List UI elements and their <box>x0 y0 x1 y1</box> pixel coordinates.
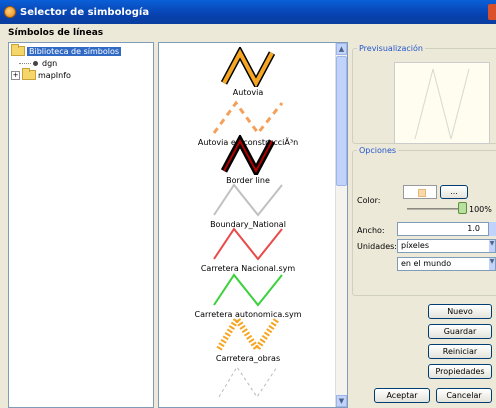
window-title: Selector de simbología <box>20 6 150 18</box>
color-picker-button[interactable]: ... <box>440 185 468 199</box>
symbol-preview <box>216 313 280 353</box>
width-input[interactable]: 1.0 <box>397 222 489 236</box>
symbol-label: Autovia <box>232 88 264 97</box>
scroll-down-icon[interactable]: ▼ <box>336 395 347 407</box>
units-reference-value: en el mundo <box>401 259 452 268</box>
symbol-preview <box>218 366 278 398</box>
tree-item-label: mapInfo <box>38 70 71 80</box>
symbol-preview <box>220 47 276 87</box>
width-spinner[interactable] <box>489 222 496 236</box>
units-label: Unidades: <box>357 242 397 251</box>
symbol-item[interactable]: Boundary_National <box>159 179 337 229</box>
close-button[interactable] <box>488 4 496 20</box>
units-select-value: píxeles <box>401 241 430 250</box>
color-swatch[interactable] <box>403 185 437 199</box>
opacity-value: 100% <box>469 205 492 214</box>
properties-button[interactable]: Propiedades <box>428 364 492 379</box>
opacity-slider-thumb[interactable] <box>458 202 467 214</box>
title-bar: Selector de simbología <box>0 0 496 24</box>
scroll-up-icon[interactable]: ▲ <box>336 43 347 55</box>
scroll-thumb[interactable] <box>336 56 347 186</box>
expand-icon[interactable]: + <box>11 70 20 80</box>
new-button[interactable]: Nuevo <box>428 304 492 319</box>
symbol-item[interactable]: Carretera Nacional.sym <box>159 223 337 273</box>
list-scrollbar[interactable]: ▲ ▼ <box>335 43 347 407</box>
symbol-preview <box>213 273 283 307</box>
symbol-item[interactable]: Border line <box>159 135 337 185</box>
symbol-preview <box>212 100 284 136</box>
reset-button[interactable]: Reiniciar <box>428 344 492 359</box>
tree-connector <box>19 62 31 64</box>
cancel-button[interactable]: Cancelar <box>436 388 492 403</box>
preview-title: Previsualización <box>357 44 425 53</box>
accept-button[interactable]: Aceptar <box>374 388 430 403</box>
width-label: Ancho: <box>357 226 385 235</box>
tree-item-mapinfo[interactable]: + mapInfo <box>11 68 71 81</box>
symbol-item[interactable]: Autovia <box>159 47 337 97</box>
folder-icon <box>11 44 25 56</box>
folder-icon <box>22 68 36 80</box>
leaf-dot-icon <box>33 60 38 66</box>
section-title: Símbolos de líneas <box>8 28 104 38</box>
color-label: Color: <box>357 196 381 205</box>
symbol-preview <box>213 227 283 261</box>
options-title: Opciones <box>357 146 399 155</box>
tree-item-library[interactable]: Biblioteca de símbolos <box>11 44 122 57</box>
tree-item-label: Biblioteca de símbolos <box>27 46 122 56</box>
tree-item-label: dgn <box>42 58 58 68</box>
save-button[interactable]: Guardar <box>428 324 492 339</box>
app-icon <box>4 6 16 18</box>
units-select[interactable]: píxeles ▼ <box>397 239 496 253</box>
units-reference-select[interactable]: en el mundo ▼ <box>397 257 496 271</box>
symbol-preview <box>220 135 276 175</box>
preview-canvas <box>394 62 490 144</box>
chevron-down-icon[interactable]: ▼ <box>489 258 495 270</box>
symbol-preview <box>213 183 283 217</box>
symbol-item[interactable] <box>159 361 337 401</box>
symbol-item[interactable]: Carretera autonomica.sym <box>159 269 337 319</box>
symbol-list[interactable]: Autovia Autovia en construcciÃ³n Border … <box>158 42 348 408</box>
opacity-slider-track[interactable] <box>407 208 465 210</box>
symbol-item[interactable]: Carretera_obras <box>159 313 337 363</box>
chevron-down-icon[interactable]: ▼ <box>489 240 495 252</box>
library-tree[interactable]: Biblioteca de símbolos dgn + mapInfo <box>8 42 154 408</box>
preview-line <box>414 68 470 140</box>
